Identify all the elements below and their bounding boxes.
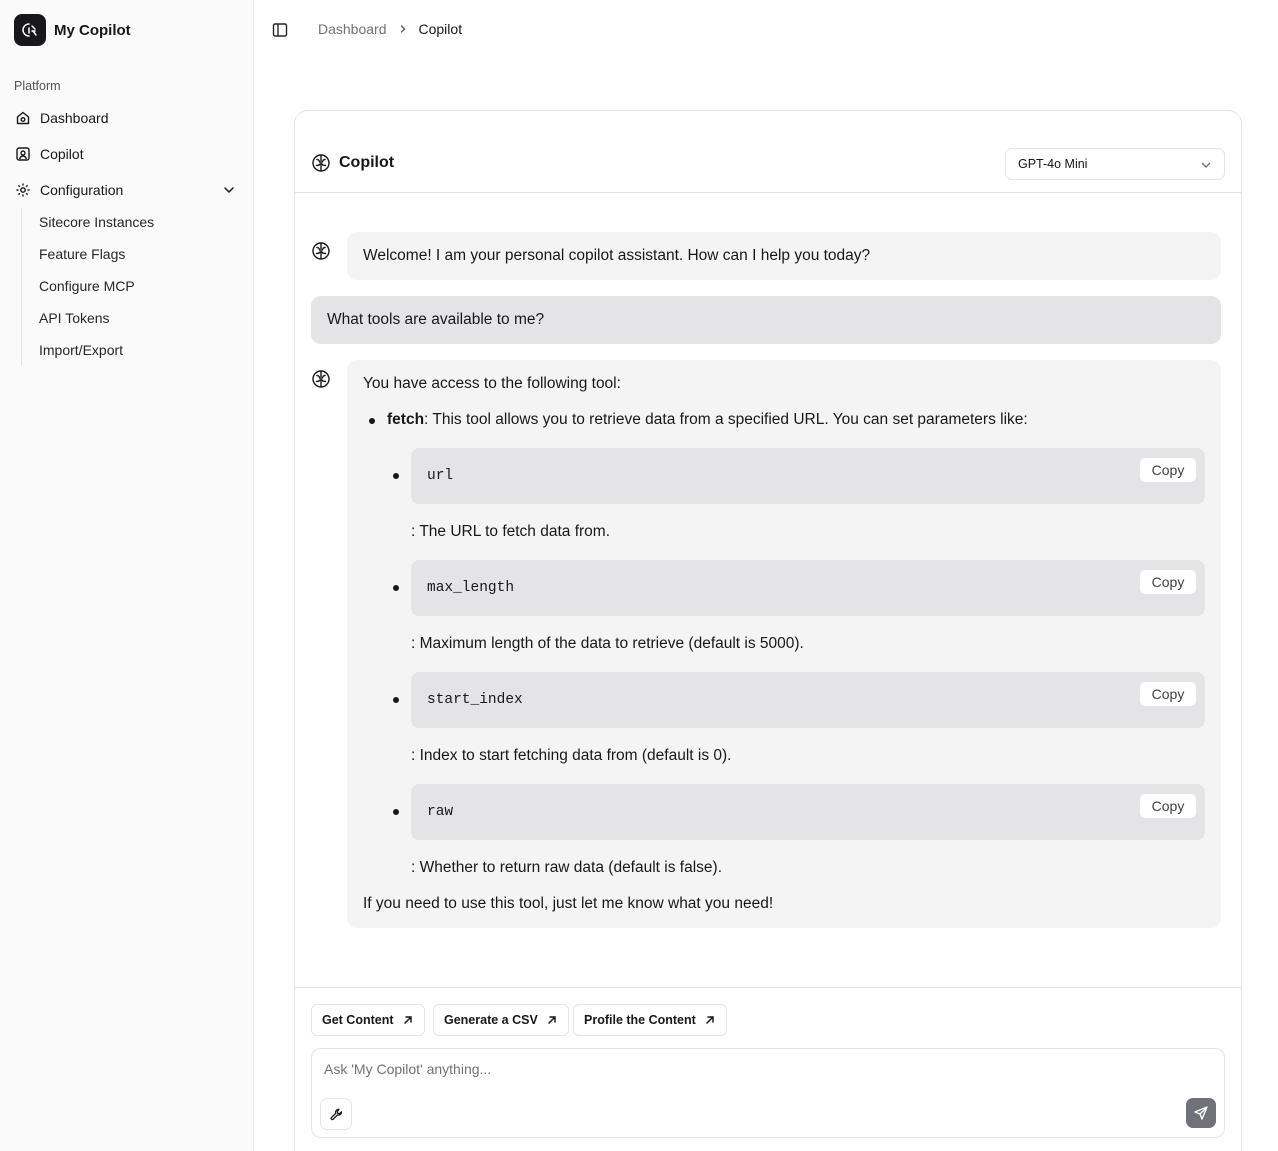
suggestion-label: Generate a CSV (444, 1013, 538, 1027)
bullet (393, 809, 399, 815)
tool-desc-text: : This tool allows you to retrieve data … (424, 411, 1028, 428)
copy-button[interactable]: Copy (1139, 457, 1197, 483)
message-text: You have access to the following tool: (363, 375, 621, 392)
assistant-avatar-icon (312, 242, 330, 260)
sidebar-item-label: Dashboard (40, 110, 109, 126)
bullet (369, 418, 375, 424)
chat-input[interactable] (324, 1057, 1204, 1081)
tool-description: fetch: This tool allows you to retrieve … (387, 411, 1028, 429)
suggestion-generate-csv[interactable]: Generate a CSV (433, 1004, 569, 1036)
assistant-message: You have access to the following tool: f… (347, 360, 1221, 928)
chevron-down-icon (224, 187, 234, 194)
copy-button[interactable]: Copy (1139, 569, 1197, 595)
chevron-down-icon (1201, 162, 1211, 168)
sidebar-item-configuration[interactable]: Configuration (8, 175, 246, 205)
copy-button[interactable]: Copy (1139, 793, 1197, 819)
copilot-card: Copilot GPT-4o Mini Welcome! I am your p… (294, 110, 1242, 1151)
composer (311, 1048, 1225, 1138)
suggestion-get-content[interactable]: Get Content (311, 1004, 425, 1036)
bullet (393, 473, 399, 479)
param-description: : Maximum length of the data to retrieve… (411, 635, 804, 652)
sidebar-item-label: Copilot (40, 146, 84, 162)
suggestion-profile-content[interactable]: Profile the Content (573, 1004, 727, 1036)
sidebar-subitem-import-export[interactable]: Import/Export (30, 336, 230, 364)
breadcrumb-dashboard[interactable]: Dashboard (318, 21, 387, 37)
message-text: If you need to use this tool, just let m… (363, 895, 774, 912)
breadcrumb-current: Copilot (418, 21, 463, 37)
send-button[interactable] (1186, 1098, 1216, 1128)
bot-icon (16, 147, 30, 161)
code-text: start_index (427, 692, 523, 708)
param-description: : The URL to fetch data from. (411, 523, 611, 540)
copy-button[interactable]: Copy (1139, 681, 1197, 707)
message-text: What tools are available to me? (327, 311, 545, 328)
code-text: url (427, 468, 454, 484)
tools-button[interactable] (320, 1098, 352, 1130)
code-block: max_length Copy (411, 560, 1205, 616)
code-block: start_index Copy (411, 672, 1205, 728)
brand-logo-icon (14, 14, 46, 46)
brain-icon (312, 154, 330, 172)
card-header: Copilot GPT-4o Mini (295, 111, 1241, 193)
model-select-value: GPT-4o Mini (1018, 157, 1088, 171)
gear-icon (16, 183, 30, 197)
send-icon (1194, 1106, 1208, 1120)
code-block: url Copy (411, 448, 1205, 504)
suggestion-label: Get Content (322, 1013, 394, 1027)
sidebar-subitem-api-tokens[interactable]: API Tokens (30, 304, 230, 332)
code-block: raw Copy (411, 784, 1205, 840)
tool-name: fetch (387, 411, 425, 428)
sidebar-subitem-sitecore-instances[interactable]: Sitecore Instances (30, 208, 230, 236)
param-description: : Index to start fetching data from (def… (411, 747, 732, 764)
model-select[interactable]: GPT-4o Mini (1005, 148, 1225, 180)
code-text: raw (427, 804, 454, 820)
sidebar-item-copilot[interactable]: Copilot (8, 139, 246, 169)
chevron-right-icon (400, 25, 405, 33)
suggestion-label: Profile the Content (584, 1013, 696, 1027)
code-text: max_length (427, 580, 515, 596)
user-message: What tools are available to me? (311, 296, 1221, 344)
sidebar-item-label: Configuration (40, 182, 124, 198)
arrow-up-right-icon (403, 1016, 412, 1024)
sidebar-section-label: Platform (14, 79, 61, 93)
sidebar: My Copilot Platform Dashboard Copilot Co… (0, 0, 254, 1151)
home-icon (16, 111, 30, 125)
submenu-divider (21, 208, 22, 366)
brand[interactable]: My Copilot (14, 14, 131, 46)
panel-left-icon (272, 23, 288, 37)
bullet (393, 697, 399, 703)
sidebar-item-dashboard[interactable]: Dashboard (8, 103, 246, 133)
message-text: Welcome! I am your personal copilot assi… (363, 247, 871, 264)
assistant-avatar-icon (312, 370, 330, 388)
breadcrumb: Dashboard Copilot (318, 21, 462, 37)
card-title-text: Copilot (339, 154, 395, 171)
brand-name: My Copilot (54, 21, 131, 39)
arrow-up-right-icon (548, 1016, 556, 1024)
param-description: : Whether to return raw data (default is… (411, 859, 722, 876)
card-title: Copilot (311, 153, 394, 173)
wrench-icon (329, 1108, 342, 1120)
assistant-message: Welcome! I am your personal copilot assi… (347, 232, 1221, 280)
arrow-up-right-icon (706, 1016, 714, 1024)
sidebar-subitem-feature-flags[interactable]: Feature Flags (30, 240, 230, 268)
sidebar-subitem-configure-mcp[interactable]: Configure MCP (30, 272, 230, 300)
footer-divider (295, 987, 1241, 988)
bullet (393, 585, 399, 591)
sidebar-toggle-button[interactable] (270, 20, 290, 40)
